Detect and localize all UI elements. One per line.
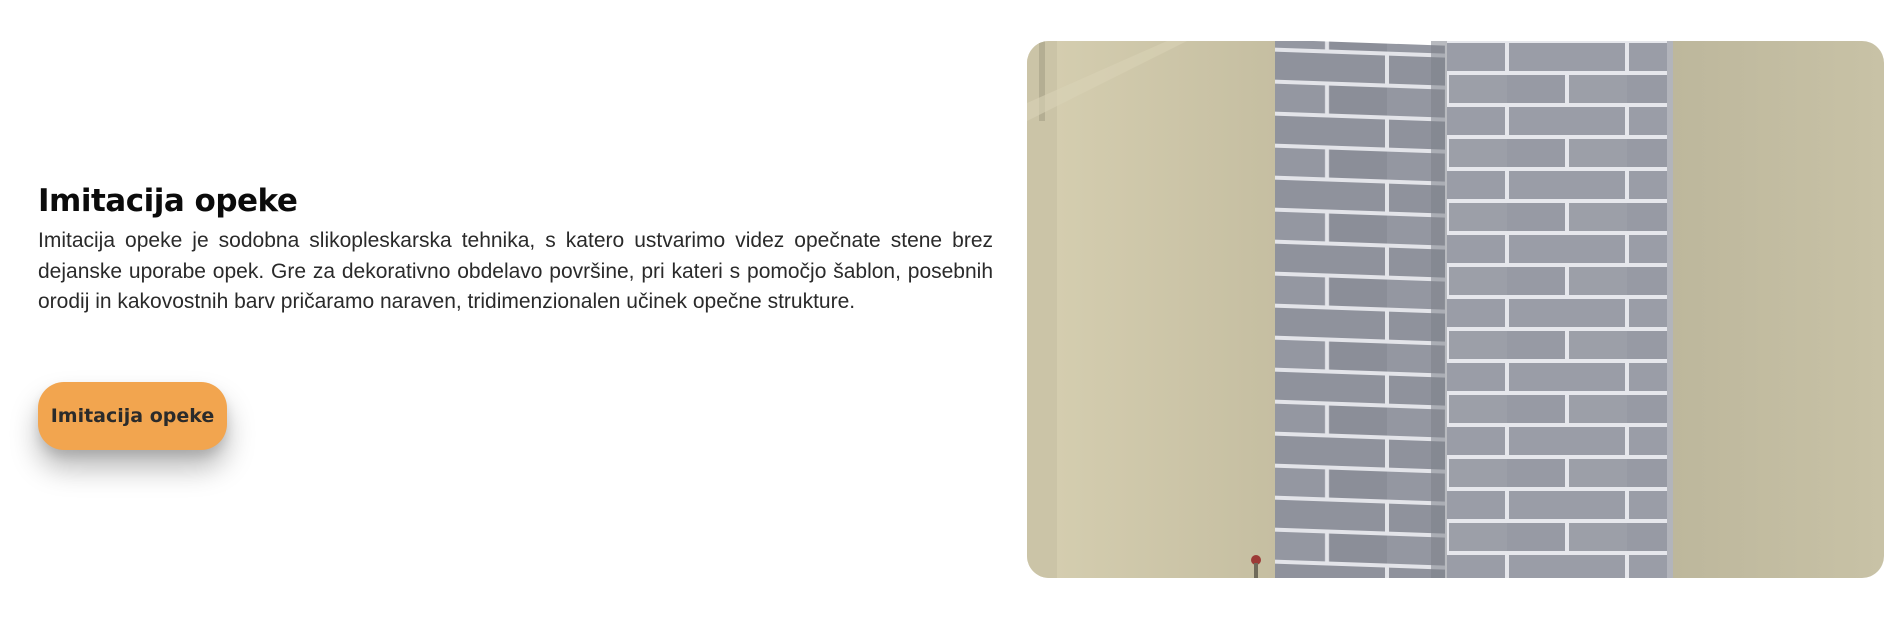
section-description: Imitacija opeke je sodobna slikopleskars… — [38, 229, 993, 313]
brick-imitation-button[interactable]: Imitacija opeke — [38, 382, 227, 450]
text-column: Imitacija opeke Imitacija opeke je sodob… — [38, 180, 993, 318]
page: Imitacija opeke Imitacija opeke je sodob… — [0, 0, 1891, 621]
brick-wall-illustration — [1027, 41, 1884, 578]
brick-wall-photo — [1027, 41, 1884, 578]
section-title: Imitacija opeke — [38, 183, 298, 219]
